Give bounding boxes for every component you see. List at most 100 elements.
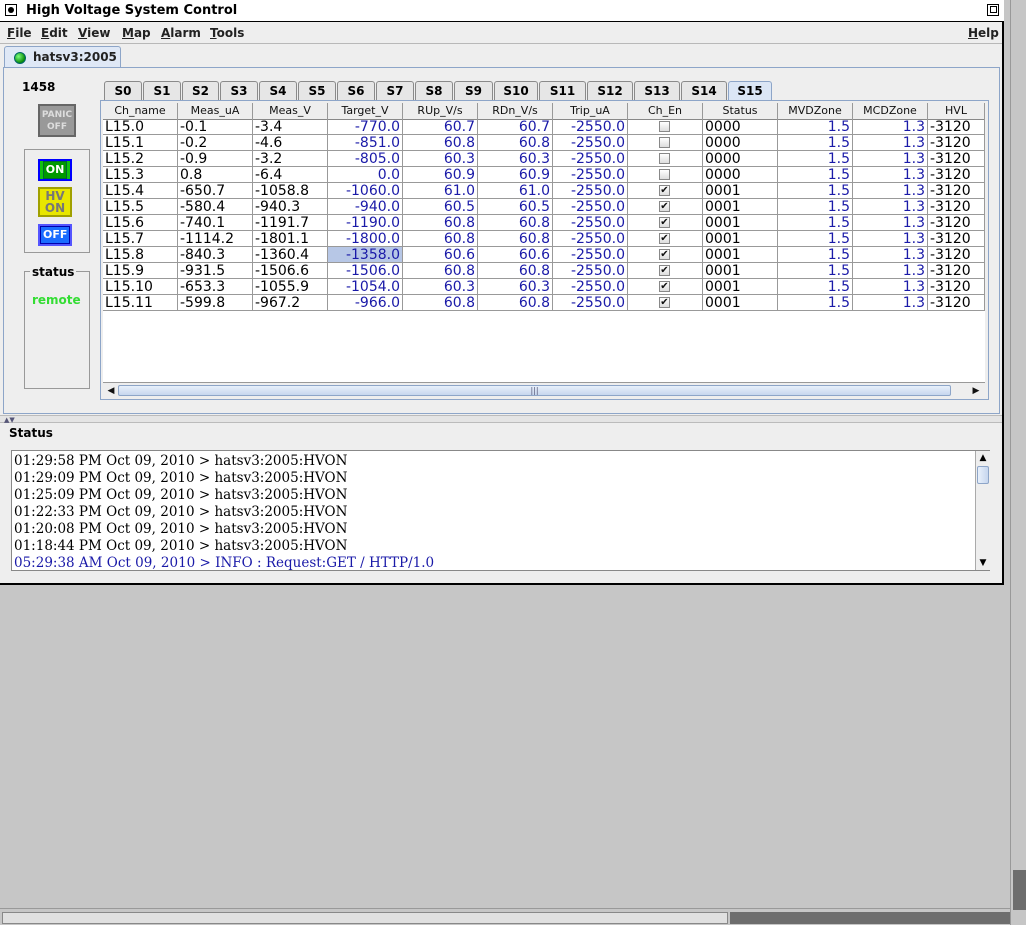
table-cell[interactable]: L15.1 [103, 135, 178, 151]
table-cell[interactable]: 60.5 [403, 199, 478, 215]
table-cell[interactable]: L15.5 [103, 199, 178, 215]
table-cell[interactable]: L15.10 [103, 279, 178, 295]
table-cell[interactable]: -1190.0 [328, 215, 403, 231]
table-cell[interactable]: -1801.1 [253, 231, 328, 247]
table-row[interactable]: L15.7 -1114.2 -1801.1 -1800.0 60.8 60.8 -2550.… [103, 231, 985, 247]
menu-file[interactable]: File [7, 26, 32, 40]
table-cell[interactable]: 1.5 [778, 247, 853, 263]
table-cell[interactable]: 1.5 [778, 167, 853, 183]
channel-enable-cell[interactable] [628, 119, 703, 135]
table-cell[interactable]: -2550.0 [553, 151, 628, 167]
table-cell[interactable]: 60.8 [403, 295, 478, 311]
channel-enable-checkbox[interactable]: ✔ [659, 185, 670, 196]
host-tab[interactable]: hatsv3:2005 [4, 46, 121, 68]
table-row[interactable]: L15.9 -931.5 -1506.6 -1506.0 60.8 60.8 -2550.0… [103, 263, 985, 279]
table-cell[interactable]: -3120 [928, 279, 985, 295]
table-cell[interactable]: -3120 [928, 135, 985, 151]
table-cell[interactable]: 0001 [703, 263, 778, 279]
table-cell[interactable]: 1.5 [778, 151, 853, 167]
channel-enable-checkbox[interactable]: ✔ [659, 217, 670, 228]
table-cell[interactable]: -1055.9 [253, 279, 328, 295]
table-cell[interactable]: -580.4 [178, 199, 253, 215]
table-cell[interactable]: -931.5 [178, 263, 253, 279]
table-row[interactable]: L15.6 -740.1 -1191.7 -1190.0 60.8 60.8 -2550.0… [103, 215, 985, 231]
column-header[interactable]: Target_V [328, 103, 403, 119]
table-cell[interactable]: -3120 [928, 295, 985, 311]
table-cell[interactable]: 60.8 [478, 215, 553, 231]
table-cell[interactable]: -2550.0 [553, 135, 628, 151]
table-cell[interactable]: 1.3 [853, 215, 928, 231]
table-cell[interactable]: 60.5 [478, 199, 553, 215]
table-cell[interactable]: 1.5 [778, 279, 853, 295]
table-cell[interactable]: -2550.0 [553, 247, 628, 263]
menu-view[interactable]: View [78, 26, 110, 40]
table-cell[interactable]: 1.3 [853, 167, 928, 183]
off-button[interactable]: OFF [38, 224, 72, 246]
table-cell[interactable]: 60.6 [478, 247, 553, 263]
table-cell[interactable]: 60.7 [403, 119, 478, 135]
table-cell[interactable]: -1360.4 [253, 247, 328, 263]
table-row[interactable]: L15.10 -653.3 -1055.9 -1054.0 60.3 60.3 -2550.… [103, 279, 985, 295]
column-header[interactable]: RDn_V/s [478, 103, 553, 119]
table-cell[interactable]: 60.7 [478, 119, 553, 135]
table-cell[interactable]: 0001 [703, 215, 778, 231]
column-header[interactable]: Ch_En [628, 103, 703, 119]
table-cell[interactable]: -1191.7 [253, 215, 328, 231]
table-cell[interactable]: -1358.0 [328, 247, 403, 263]
channel-enable-checkbox[interactable]: ✔ [659, 297, 670, 308]
table-cell[interactable]: 0.8 [178, 167, 253, 183]
table-cell[interactable]: L15.8 [103, 247, 178, 263]
table-cell[interactable]: 0001 [703, 183, 778, 199]
table-cell[interactable]: -2550.0 [553, 263, 628, 279]
table-cell[interactable]: 60.8 [403, 215, 478, 231]
table-cell[interactable]: 0.0 [328, 167, 403, 183]
table-cell[interactable]: -2550.0 [553, 295, 628, 311]
table-cell[interactable]: -3120 [928, 247, 985, 263]
splitter-arrows-icon[interactable]: ▲▼ [4, 416, 15, 424]
table-cell[interactable]: 0001 [703, 247, 778, 263]
table-cell[interactable]: 0001 [703, 279, 778, 295]
table-cell[interactable]: -1506.0 [328, 263, 403, 279]
scroll-left-icon[interactable]: ◀ [104, 385, 118, 397]
table-cell[interactable]: -3120 [928, 263, 985, 279]
slot-tab-s4[interactable]: S4 [259, 81, 297, 101]
status-log[interactable]: 01:29:58 PM Oct 09, 2010 > hatsv3:2005:H… [11, 450, 990, 571]
table-cell[interactable]: 1.3 [853, 247, 928, 263]
table-cell[interactable]: 1.3 [853, 263, 928, 279]
log-scroll-thumb[interactable] [977, 466, 989, 484]
table-cell[interactable]: 60.3 [403, 151, 478, 167]
table-cell[interactable]: 0000 [703, 135, 778, 151]
panic-off-button[interactable]: PANIC OFF [38, 104, 76, 137]
table-cell[interactable]: -599.8 [178, 295, 253, 311]
table-cell[interactable]: 1.5 [778, 119, 853, 135]
table-cell[interactable]: 0000 [703, 151, 778, 167]
slot-tab-s10[interactable]: S10 [494, 81, 538, 101]
table-cell[interactable]: 61.0 [403, 183, 478, 199]
table-cell[interactable]: 1.5 [778, 215, 853, 231]
table-cell[interactable]: -1114.2 [178, 231, 253, 247]
on-button[interactable]: ON [38, 159, 72, 181]
table-cell[interactable]: 60.8 [403, 263, 478, 279]
table-cell[interactable]: 0001 [703, 295, 778, 311]
column-header[interactable]: Meas_V [253, 103, 328, 119]
scroll-thumb[interactable]: ||| [118, 385, 951, 396]
log-vertical-scrollbar[interactable]: ▲ ▼ [975, 451, 990, 570]
table-cell[interactable]: -1506.6 [253, 263, 328, 279]
column-header[interactable]: Ch_name [103, 103, 178, 119]
table-cell[interactable]: 60.3 [403, 279, 478, 295]
table-cell[interactable]: 1.3 [853, 295, 928, 311]
table-cell[interactable]: 60.8 [403, 231, 478, 247]
table-cell[interactable]: 0001 [703, 199, 778, 215]
table-cell[interactable]: 60.8 [403, 135, 478, 151]
desktop-scroll-thumb[interactable] [2, 912, 728, 924]
table-cell[interactable]: L15.4 [103, 183, 178, 199]
table-cell[interactable]: L15.2 [103, 151, 178, 167]
channel-enable-cell[interactable]: ✔ [628, 231, 703, 247]
table-cell[interactable]: -3.2 [253, 151, 328, 167]
menu-help[interactable]: Help [968, 26, 999, 40]
table-cell[interactable]: -0.9 [178, 151, 253, 167]
table-cell[interactable]: L15.7 [103, 231, 178, 247]
table-cell[interactable]: -3120 [928, 231, 985, 247]
scroll-down-icon[interactable]: ▼ [977, 557, 989, 569]
table-cell[interactable]: 1.3 [853, 183, 928, 199]
